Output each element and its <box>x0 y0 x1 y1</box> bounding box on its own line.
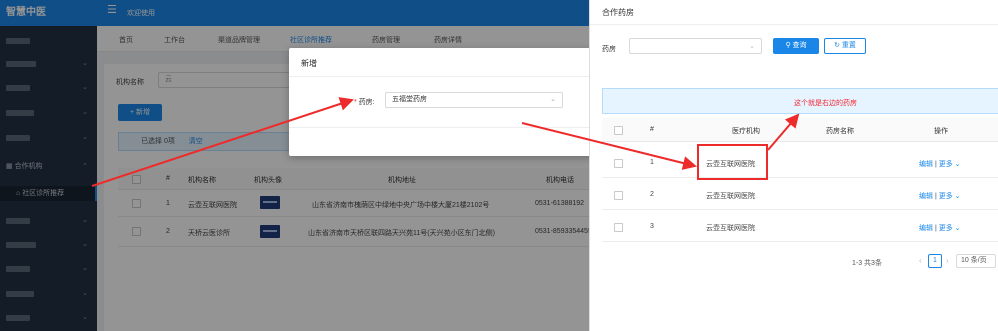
reset-icon: ↻ <box>834 42 842 49</box>
edit-link[interactable]: 编辑 <box>919 193 933 200</box>
row-actions: 编辑 | 更多 ⌄ <box>919 225 961 232</box>
divider <box>590 24 998 25</box>
chevron-down-icon: ⌄ <box>749 43 755 50</box>
column-header: 操作 <box>934 128 948 135</box>
chevron-right-icon[interactable]: › <box>946 256 949 265</box>
search-icon: ⚲ <box>785 42 793 49</box>
chevron-down-icon: ⌄ <box>954 161 961 168</box>
chevron-down-icon: ⌄ <box>550 96 556 103</box>
more-link[interactable]: 更多 <box>939 161 953 168</box>
query-button[interactable]: ⚲ 查询 <box>773 38 819 54</box>
chevron-left-icon[interactable]: ‹ <box>919 256 922 265</box>
drawer-table-row[interactable]: 2 云壶互联网医院 编辑 | 更多 ⌄ <box>602 180 998 210</box>
column-header: 医疗机构 <box>732 128 760 135</box>
drawer-table-row[interactable]: 1 云壶互联网医院 编辑 | 更多 ⌄ <box>602 148 998 178</box>
column-header: 药房名称 <box>826 128 854 135</box>
more-link[interactable]: 更多 <box>939 193 953 200</box>
query-label: 查询 <box>792 42 807 49</box>
pharmacy-select-value: 五福堂药房 <box>392 96 427 103</box>
page-size-select[interactable]: 10 条/页 <box>956 254 996 268</box>
chevron-down-icon: ⌄ <box>954 193 961 200</box>
row-number: 2 <box>650 191 654 198</box>
page-number[interactable]: 1 <box>928 254 942 268</box>
dialog-title: 新增 <box>301 59 317 68</box>
row-actions: 编辑 | 更多 ⌄ <box>919 161 961 168</box>
required-star: * <box>354 99 357 106</box>
pharmacy-drawer: 合作药房 药房 ⌄ ⚲ 查询 ↻ 重置 这个就是右边的药房 # 医疗机构 药房名… <box>589 0 998 331</box>
edit-link[interactable]: 编辑 <box>919 161 933 168</box>
pharmacy-filter-label: 药房 <box>602 46 616 53</box>
annotation-text: 这个就是右边的药房 <box>794 100 857 107</box>
row-checkbox[interactable] <box>614 191 623 200</box>
pagination: 1-3 共3条 ‹ 1 › 10 条/页 <box>590 254 998 270</box>
medical-org: 云壶互联网医院 <box>706 225 755 232</box>
row-actions: 编辑 | 更多 ⌄ <box>919 193 961 200</box>
column-header: # <box>650 126 654 133</box>
drawer-title: 合作药房 <box>602 8 634 17</box>
row-number: 3 <box>650 223 654 230</box>
pharmacy-field-label: * 药房: <box>354 97 375 107</box>
row-number: 1 <box>650 159 654 166</box>
pharmacy-filter-select[interactable]: ⌄ <box>629 38 762 54</box>
reset-button[interactable]: ↻ 重置 <box>824 38 866 54</box>
chevron-down-icon: ⌄ <box>954 225 961 232</box>
edit-link[interactable]: 编辑 <box>919 225 933 232</box>
drawer-table-row[interactable]: 3 云壶互联网医院 编辑 | 更多 ⌄ <box>602 212 998 242</box>
reset-label: 重置 <box>841 42 856 49</box>
pagination-total: 1-3 共3条 <box>852 260 882 267</box>
medical-org: 云壶互联网医院 <box>706 193 755 200</box>
pharmacy-label-text: 药房: <box>358 99 375 106</box>
select-all-checkbox[interactable] <box>614 126 623 135</box>
more-link[interactable]: 更多 <box>939 225 953 232</box>
row-checkbox[interactable] <box>614 223 623 232</box>
pharmacy-select[interactable]: 五福堂药房 ⌄ <box>385 92 563 108</box>
row-checkbox[interactable] <box>614 159 623 168</box>
drawer-table-header: # 医疗机构 药房名称 操作 <box>602 118 998 142</box>
highlight-box <box>697 144 768 180</box>
